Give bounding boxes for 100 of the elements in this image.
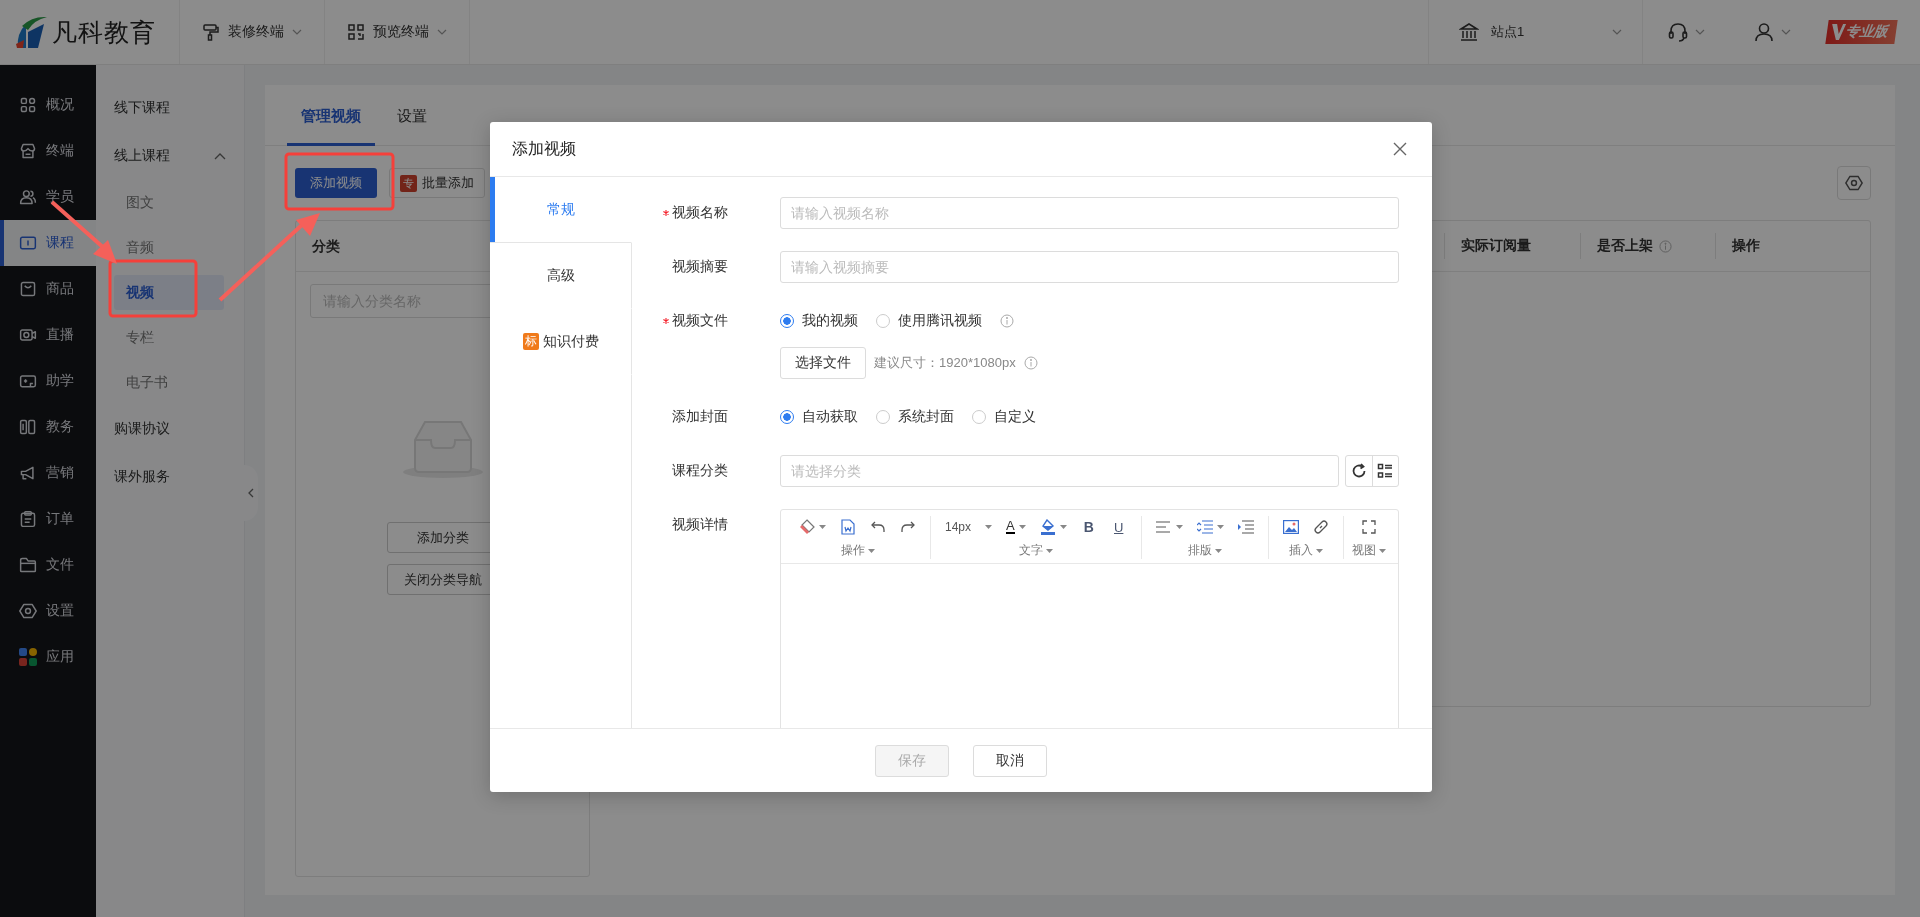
sidebar-item[interactable]: 文件 (0, 542, 96, 588)
caret-icon (1216, 525, 1224, 529)
collapse-handle[interactable] (244, 465, 258, 521)
sidebar-item[interactable]: 订单 (0, 496, 96, 542)
folder-icon (19, 556, 37, 574)
refresh-icon (1350, 463, 1367, 479)
top-nav-label: 预览终端 (373, 23, 429, 41)
settings-button[interactable] (1837, 166, 1871, 200)
text-field[interactable]: 请输入视频名称 (780, 197, 1399, 229)
top-nav-item[interactable]: 预览终端 (325, 0, 470, 64)
qr-code-icon (347, 23, 365, 41)
paint-roller-icon (202, 23, 220, 41)
chevron-down-icon (437, 29, 447, 35)
nav-subitem[interactable]: 专栏 (114, 320, 224, 355)
camera-icon (19, 326, 37, 344)
radio-option[interactable]: 使用腾讯视频 (876, 312, 982, 330)
toolbar-group-menu[interactable]: 插入 (1288, 542, 1323, 559)
add-video-button[interactable]: 添加视频 (295, 168, 377, 198)
nav-item[interactable]: 购课协议 (96, 405, 244, 453)
field-label: 视频文件 (672, 312, 728, 330)
apps-icon (19, 648, 37, 666)
chevron-left-icon (248, 488, 254, 498)
radio-option[interactable]: 自定义 (972, 408, 1036, 426)
indent-icon (1237, 520, 1254, 534)
caret-icon (1214, 548, 1222, 553)
sidebar-item[interactable]: 学员 (0, 174, 96, 220)
radio-button[interactable] (780, 314, 794, 328)
tab[interactable]: 设置 (383, 85, 441, 146)
sidebar-item[interactable]: 商品 (0, 266, 96, 312)
radio-option[interactable]: 我的视频 (780, 312, 858, 330)
text-field[interactable]: 请输入视频摘要 (780, 251, 1399, 283)
top-nav-item[interactable]: 装修终端 (180, 0, 325, 64)
toolbar-group-menu[interactable]: 文字 (1018, 542, 1053, 559)
sidebar-item[interactable]: 营销 (0, 450, 96, 496)
field-label: 视频摘要 (672, 258, 728, 276)
user-icon (1753, 21, 1775, 43)
standard-badge: 标 (522, 333, 539, 350)
bold-tool[interactable]: B (1074, 516, 1103, 538)
list-icon (1377, 463, 1394, 479)
site-selector[interactable]: 站点1 (1428, 0, 1643, 64)
grid-icon (19, 96, 37, 114)
sidebar-item[interactable]: 终端 (0, 128, 96, 174)
sidebar-item[interactable]: 助学 (0, 358, 96, 404)
pro-badge: 专 (400, 174, 417, 192)
fullscreen-icon (1361, 520, 1376, 534)
size-tool[interactable]: 14px (939, 516, 999, 538)
nav-item[interactable]: 线下课程 (96, 84, 244, 132)
tab[interactable]: 管理视频 (287, 85, 375, 146)
toolbar-group-menu[interactable]: 操作 (840, 542, 875, 559)
category-select[interactable]: 请选择分类 (780, 455, 1339, 487)
nav-subitem[interactable]: 音频 (114, 230, 224, 265)
caret-icon (1018, 525, 1026, 529)
radio-label: 自定义 (994, 408, 1036, 426)
radio-option[interactable]: 自动获取 (780, 408, 858, 426)
dialog-title: 添加视频 (512, 138, 576, 159)
dialog-tab[interactable]: 常规 (490, 177, 632, 243)
choose-file-button[interactable]: 选择文件 (780, 347, 866, 379)
dialog-tab[interactable]: 标 知识付费 (490, 309, 632, 375)
nav-subitem[interactable]: 视频 (114, 275, 224, 310)
radio-option[interactable]: 系统封面 (876, 408, 954, 426)
radio-label: 自动获取 (802, 408, 858, 426)
image-icon (1282, 520, 1299, 534)
site-name: 站点1 (1491, 23, 1525, 41)
field-label: 视频详情 (672, 516, 728, 534)
column-header: 实际订阅量 (1444, 233, 1580, 259)
color-tool[interactable]: A (1000, 516, 1032, 538)
column-header: 操作 (1715, 233, 1870, 259)
underline-tool[interactable]: U (1104, 516, 1133, 538)
sidebar-item[interactable]: 设置 (0, 588, 96, 634)
sidebar-item[interactable]: 教务 (0, 404, 96, 450)
chevron-down-icon (1781, 29, 1791, 35)
undo-icon (871, 521, 885, 533)
store-icon (19, 142, 37, 160)
info-icon (1023, 356, 1038, 370)
close-icon (1393, 142, 1407, 156)
nav-subitem[interactable]: 图文 (114, 185, 224, 220)
field-label: 添加封面 (672, 408, 728, 426)
sidebar-item[interactable]: 概况 (0, 82, 96, 128)
toolbar-group-menu[interactable]: 视图 (1351, 542, 1386, 559)
document-icon (841, 519, 855, 535)
nav-item[interactable]: 线上课程 (96, 132, 244, 180)
sidebar-item[interactable]: 应用 (0, 634, 96, 680)
sidebar-item[interactable]: 直播 (0, 312, 96, 358)
cancel-button[interactable]: 取消 (973, 744, 1047, 777)
logo-icon (14, 14, 48, 50)
batch-add-label: 批量添加 (422, 174, 474, 192)
radio-button[interactable] (780, 410, 794, 424)
radio-label: 系统封面 (898, 408, 954, 426)
nav-subitem[interactable]: 电子书 (114, 365, 224, 400)
dialog-tab[interactable]: 高级 (490, 243, 632, 309)
caret-icon (819, 525, 826, 529)
caret-icon (1378, 548, 1386, 553)
toolbar-group-menu[interactable]: 排版 (1187, 542, 1222, 559)
caret-icon (1315, 548, 1323, 553)
nav-item[interactable]: 课外服务 (96, 453, 244, 501)
radio-label: 我的视频 (802, 312, 858, 330)
sidebar-item[interactable]: 课程 (0, 220, 96, 266)
v-logo-icon (1829, 22, 1847, 42)
batch-add-button[interactable]: 专 批量添加 (389, 168, 485, 198)
required-mark-icon (663, 210, 669, 216)
